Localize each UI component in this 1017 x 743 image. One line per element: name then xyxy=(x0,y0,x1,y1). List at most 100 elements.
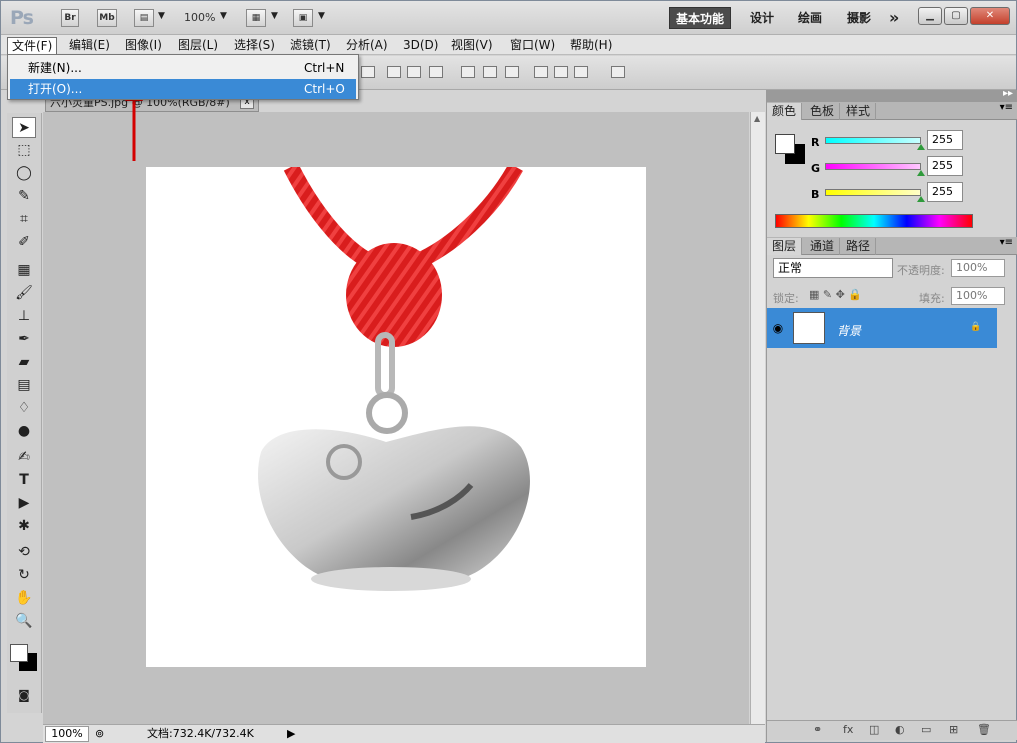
menu-analysis[interactable]: 分析(A) xyxy=(342,37,392,54)
foreground-color-swatch[interactable] xyxy=(10,644,28,662)
slider-knob-b[interactable] xyxy=(917,196,925,202)
channel-slider-g[interactable] xyxy=(825,163,921,170)
menu-edit[interactable]: 编辑(E) xyxy=(65,37,114,54)
channel-value-r[interactable]: 255 xyxy=(927,130,963,150)
arrange-documents-button[interactable]: ▦ xyxy=(246,9,266,27)
menu-window[interactable]: 窗口(W) xyxy=(506,37,559,54)
menu-item-new[interactable]: 新建(N)... Ctrl+N xyxy=(10,58,356,78)
brush-tool-icon[interactable]: 🖌 xyxy=(12,283,36,304)
vertical-scrollbar[interactable]: ▲ xyxy=(750,112,765,724)
menu-filter[interactable]: 滤镜(T) xyxy=(286,37,335,54)
tab-layers[interactable]: 图层 xyxy=(767,238,803,255)
distribute-bottom-icon[interactable] xyxy=(505,66,519,78)
distribute-hcenter-icon[interactable] xyxy=(554,66,568,78)
slider-knob-r[interactable] xyxy=(917,144,925,150)
chevron-down-icon[interactable]: ▼ xyxy=(220,11,227,21)
path-selection-icon[interactable]: ▶ xyxy=(12,493,36,514)
chevron-down-icon[interactable]: ▼ xyxy=(271,11,278,21)
panel-menu-icon[interactable]: ▾≡ xyxy=(1000,102,1013,113)
marquee-tool-icon[interactable]: ⬚ xyxy=(12,140,36,161)
menu-select[interactable]: 选择(S) xyxy=(230,37,279,54)
extras-button[interactable]: ▤ xyxy=(134,9,154,27)
align-bottom-icon[interactable] xyxy=(407,66,421,78)
canvas-area[interactable] xyxy=(43,112,749,724)
zoom-field[interactable]: 100% xyxy=(45,726,89,742)
menu-item-open[interactable]: 打开(O)... Ctrl+O xyxy=(10,79,356,99)
pen-tool-icon[interactable]: ✍ xyxy=(12,447,36,468)
zoom-icon[interactable]: ⊚ xyxy=(95,725,104,742)
3d-orbit-icon[interactable]: ↻ xyxy=(12,565,36,586)
align-left-icon[interactable] xyxy=(429,66,443,78)
auto-align-icon[interactable] xyxy=(611,66,625,78)
document-canvas[interactable] xyxy=(146,167,646,667)
tab-styles[interactable]: 样式 xyxy=(841,103,877,120)
eyedropper-icon[interactable]: ✐ xyxy=(12,232,36,253)
menu-3d[interactable]: 3D(D) xyxy=(399,37,442,54)
distribute-top-icon[interactable] xyxy=(461,66,475,78)
distribute-vcenter-icon[interactable] xyxy=(483,66,497,78)
minimize-icon[interactable]: ▁ xyxy=(918,7,942,25)
channel-value-b[interactable]: 255 xyxy=(927,182,963,202)
panel-menu-icon[interactable]: ▾≡ xyxy=(1000,237,1013,248)
add-mask-icon[interactable]: ◫ xyxy=(869,723,879,736)
layer-name[interactable]: 背景 xyxy=(837,322,861,339)
blend-mode-select[interactable]: 正常 xyxy=(773,258,893,278)
zoom-tool-icon[interactable]: 🔍 xyxy=(12,611,36,632)
tab-channels[interactable]: 通道 xyxy=(805,238,841,255)
delete-layer-icon[interactable]: 🗑 xyxy=(977,723,991,736)
workspace-photography[interactable]: 摄影 xyxy=(841,7,877,29)
workspace-painting[interactable]: 绘画 xyxy=(792,7,828,29)
workspace-design[interactable]: 设计 xyxy=(744,7,780,29)
chevron-down-icon[interactable]: ▼ xyxy=(158,11,165,21)
quick-selection-icon[interactable]: ✎ xyxy=(12,186,36,207)
crop-tool-icon[interactable]: ⌗ xyxy=(12,209,36,230)
slider-knob-g[interactable] xyxy=(917,170,925,176)
zoom-level[interactable]: 100% xyxy=(184,11,215,24)
distribute-right-icon[interactable] xyxy=(574,66,588,78)
tab-swatches[interactable]: 色板 xyxy=(805,103,841,120)
type-tool-icon[interactable]: T xyxy=(12,470,36,491)
new-group-icon[interactable]: ▭ xyxy=(921,723,931,736)
link-layers-icon[interactable]: ⚭ xyxy=(813,723,822,736)
chevron-down-icon[interactable]: ▼ xyxy=(318,11,325,21)
channel-value-g[interactable]: 255 xyxy=(927,156,963,176)
restore-icon[interactable]: ▢ xyxy=(944,7,968,25)
lasso-tool-icon[interactable]: ◯ xyxy=(12,163,36,184)
fill-field[interactable]: 100% xyxy=(951,287,1005,305)
foreground-color-chip[interactable] xyxy=(775,134,795,154)
menu-layer[interactable]: 图层(L) xyxy=(174,37,222,54)
clone-stamp-icon[interactable]: ⊥ xyxy=(12,306,36,327)
color-spectrum-bar[interactable] xyxy=(775,214,973,228)
tab-color[interactable]: 颜色 xyxy=(767,103,803,120)
menu-image[interactable]: 图像(I) xyxy=(121,37,166,54)
move-tool-icon[interactable]: ➤ xyxy=(12,117,36,138)
screen-mode-button[interactable]: ▣ xyxy=(293,9,313,27)
lock-icons[interactable]: ▦ ✎ ✥ 🔒 xyxy=(809,288,862,301)
tab-paths[interactable]: 路径 xyxy=(841,238,877,255)
menu-view[interactable]: 视图(V) xyxy=(447,37,497,54)
blur-tool-icon[interactable]: ♢ xyxy=(12,398,36,419)
more-workspaces-icon[interactable]: » xyxy=(883,7,905,29)
minibridge-button[interactable]: Mb xyxy=(97,9,117,27)
distribute-left-icon[interactable] xyxy=(534,66,548,78)
hand-tool-icon[interactable]: ✋ xyxy=(12,588,36,609)
collapse-panels-icon[interactable]: ▸▸ xyxy=(1003,88,1013,99)
gradient-tool-icon[interactable]: ▤ xyxy=(12,375,36,396)
align-vcenter-icon[interactable] xyxy=(387,66,401,78)
bridge-button[interactable]: Br xyxy=(61,9,79,27)
eraser-tool-icon[interactable]: ▰ xyxy=(12,352,36,373)
close-icon[interactable]: ✕ xyxy=(970,7,1010,25)
dodge-tool-icon[interactable]: ● xyxy=(12,421,36,442)
new-layer-icon[interactable]: ⊞ xyxy=(949,723,958,736)
opacity-field[interactable]: 100% xyxy=(951,259,1005,277)
shape-tool-icon[interactable]: ✱ xyxy=(12,516,36,537)
quick-mask-icon[interactable]: ◙ xyxy=(12,685,36,706)
eye-icon[interactable]: ◉ xyxy=(769,308,787,348)
adjustment-layer-icon[interactable]: ◐ xyxy=(895,723,905,736)
workspace-essentials[interactable]: 基本功能 xyxy=(669,7,732,29)
history-brush-icon[interactable]: ✒ xyxy=(12,329,36,350)
status-arrow-icon[interactable]: ▶ xyxy=(287,725,295,742)
fx-icon[interactable]: fx xyxy=(843,723,853,736)
menu-file[interactable]: 文件(F) xyxy=(7,37,58,54)
3d-rotate-icon[interactable]: ⟲ xyxy=(12,542,36,563)
